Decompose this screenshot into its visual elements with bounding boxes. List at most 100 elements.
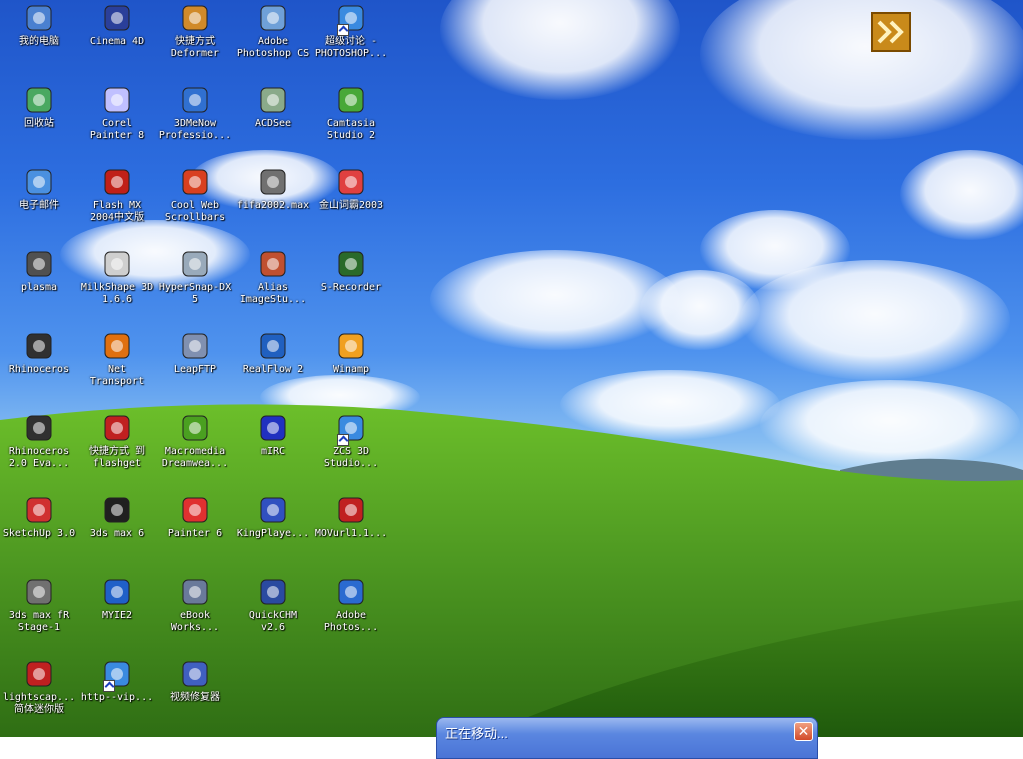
- rocket-icon: [335, 494, 367, 526]
- desktop-icon-my-computer[interactable]: 我的电脑: [0, 2, 82, 48]
- shortcut-arrow-icon: [337, 434, 349, 446]
- desktop-icon-label: KingPlaye...: [236, 528, 310, 539]
- close-button[interactable]: ✕: [794, 722, 813, 741]
- desktop-icon-label: RealFlow 2: [242, 364, 304, 375]
- desktop-icon-winamp[interactable]: Winamp: [308, 330, 394, 376]
- desktop-icon-painter6[interactable]: Painter 6: [152, 494, 238, 540]
- desktop-icon-mirc[interactable]: mIRC: [230, 412, 316, 458]
- desktop-icon-label: 视频修复器: [170, 692, 220, 703]
- desktop-icon-milkshape[interactable]: MilkShape 3D 1.6.6: [74, 248, 160, 306]
- flash-icon: [101, 166, 133, 198]
- shortcut-arrow-icon: [337, 24, 349, 36]
- desktop-icon-label: ACDSee: [254, 118, 292, 129]
- desktop-icon-adobe-photos[interactable]: Adobe Photos...: [308, 576, 394, 634]
- desktop-icon-label: 金山词霸2003: [318, 200, 384, 211]
- kingplayer-icon: [257, 494, 289, 526]
- desktop-icon-video-repair[interactable]: 视频修复器: [152, 658, 238, 704]
- desktop-icon-photoshop-cs[interactable]: Adobe Photoshop CS: [230, 2, 316, 60]
- desktop[interactable]: 我的电脑 Cinema 4D 快捷方式 Deformer Adobe Photosho…: [0, 0, 1023, 737]
- desktop-icon-rhino2[interactable]: Rhinoceros 2.0 Eva...: [0, 412, 82, 470]
- 3dmenow-icon: [179, 84, 211, 116]
- moving-progress-dialog[interactable]: 正在移动... ✕: [436, 717, 818, 759]
- desktop-icon-label: Rhinoceros: [8, 364, 70, 375]
- desktop-icon-http-vip[interactable]: http--vip...: [74, 658, 160, 704]
- desktop-icon-3dsmax6[interactable]: 3ds max 6: [74, 494, 160, 540]
- rhino-icon: [23, 412, 55, 444]
- desktop-icon-fifa2002[interactable]: fifa2002.max: [230, 166, 316, 212]
- desktop-icon-myie2[interactable]: MYIE2: [74, 576, 160, 622]
- desktop-icon-label: 我的电脑: [19, 36, 59, 47]
- desktop-icon-label: plasma: [20, 282, 58, 293]
- desktop-icon-email[interactable]: 电子邮件: [0, 166, 82, 212]
- desktop-icon-label: Corel Painter 8: [89, 118, 145, 141]
- paint-bucket-icon: [179, 494, 211, 526]
- mirc-icon: [257, 412, 289, 444]
- dreamweaver-icon: [179, 412, 211, 444]
- double-chevron-icon: [877, 20, 904, 44]
- desktop-icon-3dmenow[interactable]: 3DMeNow Professio...: [152, 84, 238, 142]
- desktop-icon-camtasia[interactable]: Camtasia Studio 2: [308, 84, 394, 142]
- deformer-icon: [179, 2, 211, 34]
- desktop-icon-cinema4d[interactable]: Cinema 4D: [74, 2, 160, 48]
- dialog-title: 正在移动...: [445, 726, 508, 741]
- sketchup-icon: [23, 494, 55, 526]
- desktop-icon-label: lightscap... 简体迷你版: [2, 692, 76, 715]
- fast-forward-widget[interactable]: [871, 12, 911, 52]
- desktop-icon-alias[interactable]: Alias ImageStu...: [230, 248, 316, 306]
- winamp-icon: [335, 330, 367, 362]
- desktop-icon-quickchm[interactable]: QuickCHM v2.6: [230, 576, 316, 634]
- desktop-icon-label: Cool Web Scrollbars: [164, 200, 226, 223]
- desktop-icon-label: 快捷方式 Deformer: [170, 36, 220, 59]
- wave-icon: [257, 330, 289, 362]
- desktop-icon-sketchup[interactable]: SketchUp 3.0: [0, 494, 82, 540]
- books-icon: [257, 576, 289, 608]
- leapftp-icon: [179, 330, 211, 362]
- desktop-icon-s-recorder[interactable]: S-Recorder: [308, 248, 394, 294]
- desktop-icon-flash-mx[interactable]: Flash MX 2004中文版: [74, 166, 160, 224]
- desktop-icon-label: Cinema 4D: [89, 36, 145, 47]
- clapper-icon: [335, 248, 367, 280]
- desktop-icon-hypersnap[interactable]: HyperSnap-DX 5: [152, 248, 238, 306]
- desktop-icon-label: 回收站: [24, 118, 54, 129]
- acdsee-eye-icon: [257, 84, 289, 116]
- recycle-bin-icon: [23, 84, 55, 116]
- camera-icon: [179, 248, 211, 280]
- desktop-icon-dreamweaver[interactable]: Macromedia Dreamwea...: [152, 412, 238, 470]
- desktop-icon-deformer[interactable]: 快捷方式 Deformer: [152, 2, 238, 60]
- lightscape-icon: [23, 658, 55, 690]
- desktop-icon-label: Camtasia Studio 2: [326, 118, 376, 141]
- desktop-icon-lightscape[interactable]: lightscap... 简体迷你版: [0, 658, 82, 716]
- desktop-icon-label: mIRC: [260, 446, 286, 457]
- desktop-icon-acdsee[interactable]: ACDSee: [230, 84, 316, 130]
- desktop-icon-recycle-bin[interactable]: 回收站: [0, 84, 82, 130]
- cinema4d-icon: [101, 2, 133, 34]
- ie-page-icon: [101, 658, 133, 692]
- desktop-icon-plasma[interactable]: plasma: [0, 248, 82, 294]
- desktop-icon-net-transport[interactable]: Net Transport: [74, 330, 160, 388]
- desktop-icon-leapftp[interactable]: LeapFTP: [152, 330, 238, 376]
- desktop-icon-zcs3d[interactable]: ZCS 3D Studio...: [308, 412, 394, 470]
- desktop-icon-label: Adobe Photos...: [323, 610, 379, 633]
- desktop-icon-rhinoceros[interactable]: Rhinoceros: [0, 330, 82, 376]
- ie-page-icon: [335, 2, 367, 36]
- desktop-icon-coolweb[interactable]: Cool Web Scrollbars: [152, 166, 238, 224]
- desktop-icon-label: 3DMeNow Professio...: [158, 118, 232, 141]
- desktop-icon-label: HyperSnap-DX 5: [158, 282, 232, 305]
- desktop-icon-ebook[interactable]: eBook Works...: [152, 576, 238, 634]
- desktop-icon-label: Flash MX 2004中文版: [89, 200, 145, 223]
- 3dsmax-icon: [101, 494, 133, 526]
- desktop-icon-movurl[interactable]: MOVurl1.1...: [308, 494, 394, 540]
- desktop-icon-3dsmax-stage[interactable]: 3ds max fR Stage-1: [0, 576, 82, 634]
- desktop-icon-label: Adobe Photoshop CS: [236, 36, 310, 59]
- desktop-icon-label: S-Recorder: [320, 282, 382, 293]
- desktop-icon-corel-painter8[interactable]: Corel Painter 8: [74, 84, 160, 142]
- email-icon: [23, 166, 55, 198]
- net-transport-icon: [101, 330, 133, 362]
- desktop-icon-flashget[interactable]: 快捷方式 到 flashget: [74, 412, 160, 470]
- camtasia-icon: [335, 84, 367, 116]
- desktop-icon-jinshan[interactable]: 金山词霸2003: [308, 166, 394, 212]
- desktop-icon-kingplayer[interactable]: KingPlaye...: [230, 494, 316, 540]
- desktop-icon-label: MilkShape 3D 1.6.6: [80, 282, 154, 305]
- desktop-icon-realflow[interactable]: RealFlow 2: [230, 330, 316, 376]
- desktop-icon-super-discussion[interactable]: 超级讨论 - PHOTOSHOP...: [308, 2, 394, 60]
